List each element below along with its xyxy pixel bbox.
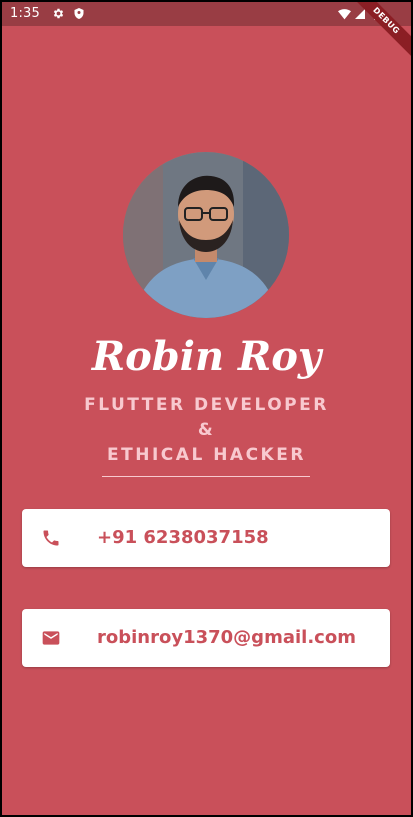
mail-icon — [42, 631, 60, 645]
profile-title-line3: ETHICAL HACKER — [107, 445, 306, 465]
profile-title-line2: & — [197, 420, 216, 440]
status-time: 1:35 — [10, 6, 40, 21]
gear-icon — [53, 8, 64, 19]
wifi-icon — [338, 9, 351, 20]
email-address: robinroy1370@gmail.com — [97, 627, 356, 648]
avatar-photo — [123, 152, 289, 318]
phone-card[interactable]: +91 6238037158 — [22, 509, 390, 567]
avatar — [123, 152, 289, 318]
app-screen: 1:35 DEBUG Robin Roy FLUTTER DEVELOPER &… — [2, 2, 411, 815]
divider — [102, 476, 310, 477]
email-card[interactable]: robinroy1370@gmail.com — [22, 609, 390, 667]
shield-icon — [74, 8, 84, 19]
status-bar: 1:35 — [2, 2, 411, 26]
profile-name: Robin Roy — [91, 333, 322, 380]
phone-icon — [43, 530, 59, 546]
phone-number: +91 6238037158 — [97, 527, 269, 548]
profile-title-line1: FLUTTER DEVELOPER — [84, 395, 329, 415]
